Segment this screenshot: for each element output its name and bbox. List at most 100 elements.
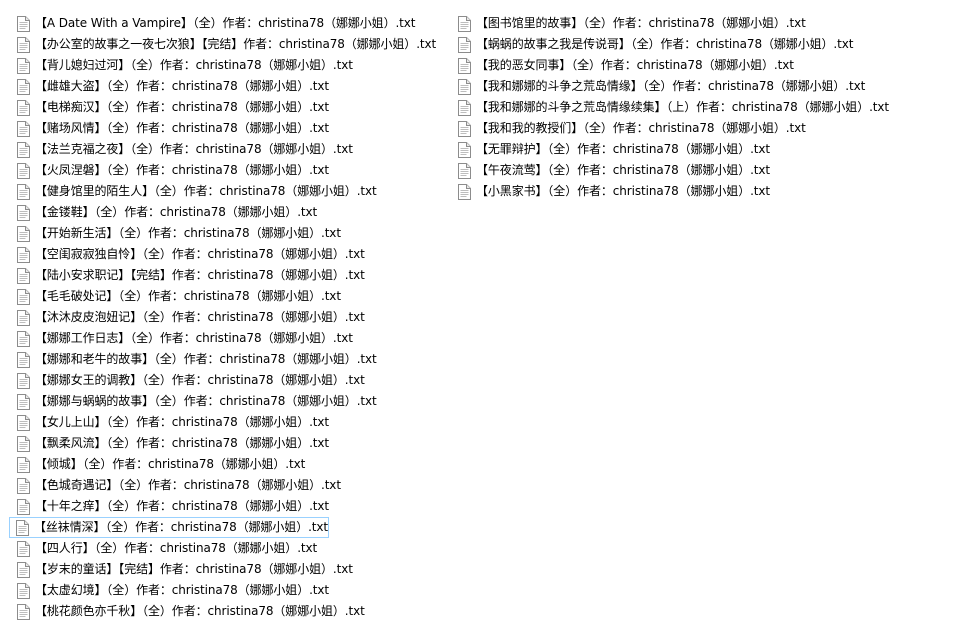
file-name: 【飘柔风流】（全）作者：christina78（娜娜小姐）.txt xyxy=(35,436,330,450)
text-file-icon xyxy=(17,498,30,515)
file-name: 【倾城】（全）作者：christina78（娜娜小姐）.txt xyxy=(35,457,306,471)
file-item[interactable]: 【金镂鞋】（全）作者：christina78（娜娜小姐）.txt xyxy=(14,202,454,223)
file-list-column-left: 【A Date With a Vampire】（全）作者：christina78… xyxy=(9,13,454,622)
text-file-icon xyxy=(17,183,30,200)
text-file-icon xyxy=(17,330,30,347)
file-name: 【陆小安求职记】【完结】作者：christina78（娜娜小姐）.txt xyxy=(35,268,365,282)
file-item[interactable]: 【蜗蜗的故事之我是传说哥】（全）作者：christina78（娜娜小姐）.txt xyxy=(455,34,955,55)
text-file-icon xyxy=(17,120,30,137)
file-name: 【图书馆里的故事】（全）作者：christina78（娜娜小姐）.txt xyxy=(476,16,806,30)
text-file-icon xyxy=(16,519,29,536)
file-name: 【娜娜与蜗蜗的故事】（全）作者：christina78（娜娜小姐）.txt xyxy=(35,394,377,408)
file-item[interactable]: 【岁末的童话】【完结】作者：christina78（娜娜小姐）.txt xyxy=(14,559,454,580)
file-item[interactable]: 【陆小安求职记】【完结】作者：christina78（娜娜小姐）.txt xyxy=(14,265,454,286)
file-item[interactable]: 【毛毛破处记】（全）作者：christina78（娜娜小姐）.txt xyxy=(14,286,454,307)
file-item[interactable]: 【沐沐皮皮泡妞记】（全）作者：christina78（娜娜小姐）.txt xyxy=(14,307,454,328)
file-item[interactable]: 【太虚幻境】（全）作者：christina78（娜娜小姐）.txt xyxy=(14,580,454,601)
file-item[interactable]: 【我和我的教授们】（全）作者：christina78（娜娜小姐）.txt xyxy=(455,118,955,139)
text-file-icon xyxy=(17,162,30,179)
file-name: 【蜗蜗的故事之我是传说哥】（全）作者：christina78（娜娜小姐）.txt xyxy=(476,37,854,51)
file-item[interactable]: 【小黑家书】（全）作者：christina78（娜娜小姐）.txt xyxy=(455,181,955,202)
text-file-icon xyxy=(17,267,30,284)
file-name: 【金镂鞋】（全）作者：christina78（娜娜小姐）.txt xyxy=(35,205,318,219)
file-name: 【法兰克福之夜】（全）作者：christina78（娜娜小姐）.txt xyxy=(35,142,353,156)
file-name: 【空闺寂寂独自怜】（全）作者：christina78（娜娜小姐）.txt xyxy=(35,247,365,261)
file-name: 【岁末的童话】【完结】作者：christina78（娜娜小姐）.txt xyxy=(35,562,353,576)
file-name: 【小黑家书】（全）作者：christina78（娜娜小姐）.txt xyxy=(476,184,771,198)
file-name: 【桃花颜色亦千秋】（全）作者：christina78（娜娜小姐）.txt xyxy=(35,604,365,618)
file-item[interactable]: 【赌场风情】（全）作者：christina78（娜娜小姐）.txt xyxy=(14,118,454,139)
file-item[interactable]: 【娜娜工作日志】（全）作者：christina78（娜娜小姐）.txt xyxy=(14,328,454,349)
file-item-selected[interactable]: 【丝袜情深】（全）作者：christina78（娜娜小姐）.txt xyxy=(9,517,329,538)
text-file-icon xyxy=(458,99,471,116)
file-name: 【健身馆里的陌生人】（全）作者：christina78（娜娜小姐）.txt xyxy=(35,184,377,198)
file-name: 【娜娜和老牛的故事】（全）作者：christina78（娜娜小姐）.txt xyxy=(35,352,377,366)
file-item[interactable]: 【娜娜和老牛的故事】（全）作者：christina78（娜娜小姐）.txt xyxy=(14,349,454,370)
file-name: 【无罪辩护】（全）作者：christina78（娜娜小姐）.txt xyxy=(476,142,771,156)
file-item[interactable]: 【我和娜娜的斗争之荒岛情缘续集】（上）作者：christina78（娜娜小姐）.… xyxy=(455,97,955,118)
text-file-icon xyxy=(17,288,30,305)
file-item[interactable]: 【雌雄大盗】（全）作者：christina78（娜娜小姐）.txt xyxy=(14,76,454,97)
file-name: 【办公室的故事之一夜七次狼】【完结】作者：christina78（娜娜小姐）.t… xyxy=(35,37,437,51)
text-file-icon xyxy=(17,204,30,221)
file-item[interactable]: 【A Date With a Vampire】（全）作者：christina78… xyxy=(14,13,454,34)
file-item[interactable]: 【桃花颜色亦千秋】（全）作者：christina78（娜娜小姐）.txt xyxy=(14,601,454,622)
file-name: 【我和我的教授们】（全）作者：christina78（娜娜小姐）.txt xyxy=(476,121,806,135)
file-item[interactable]: 【空闺寂寂独自怜】（全）作者：christina78（娜娜小姐）.txt xyxy=(14,244,454,265)
file-item[interactable]: 【开始新生活】（全）作者：christina78（娜娜小姐）.txt xyxy=(14,223,454,244)
text-file-icon xyxy=(17,372,30,389)
text-file-icon xyxy=(458,15,471,32)
file-item[interactable]: 【十年之痒】（全）作者：christina78（娜娜小姐）.txt xyxy=(14,496,454,517)
file-name: 【赌场风情】（全）作者：christina78（娜娜小姐）.txt xyxy=(35,121,330,135)
text-file-icon xyxy=(17,351,30,368)
file-name: 【背儿媳妇过河】（全）作者：christina78（娜娜小姐）.txt xyxy=(35,58,353,72)
file-list-column-right: 【图书馆里的故事】（全）作者：christina78（娜娜小姐）.txt 【蜗蜗… xyxy=(455,13,955,202)
text-file-icon xyxy=(17,246,30,263)
file-item[interactable]: 【我的恶女同事】（全）作者：christina78（娜娜小姐）.txt xyxy=(455,55,955,76)
file-name: 【色城奇遇记】（全）作者：christina78（娜娜小姐）.txt xyxy=(35,478,341,492)
text-file-icon xyxy=(458,183,471,200)
file-name: 【开始新生活】（全）作者：christina78（娜娜小姐）.txt xyxy=(35,226,341,240)
file-name: 【我和娜娜的斗争之荒岛情缘】（全）作者：christina78（娜娜小姐）.tx… xyxy=(476,79,866,93)
file-item[interactable]: 【电梯痴汉】（全）作者：christina78（娜娜小姐）.txt xyxy=(14,97,454,118)
text-file-icon xyxy=(17,603,30,620)
text-file-icon xyxy=(17,582,30,599)
text-file-icon xyxy=(458,57,471,74)
file-name: 【毛毛破处记】（全）作者：christina78（娜娜小姐）.txt xyxy=(35,289,341,303)
file-item[interactable]: 【午夜流莺】（全）作者：christina78（娜娜小姐）.txt xyxy=(455,160,955,181)
file-item[interactable]: 【背儿媳妇过河】（全）作者：christina78（娜娜小姐）.txt xyxy=(14,55,454,76)
text-file-icon xyxy=(17,477,30,494)
file-name: 【电梯痴汉】（全）作者：christina78（娜娜小姐）.txt xyxy=(35,100,330,114)
file-item[interactable]: 【健身馆里的陌生人】（全）作者：christina78（娜娜小姐）.txt xyxy=(14,181,454,202)
text-file-icon xyxy=(17,36,30,53)
file-name: 【我和娜娜的斗争之荒岛情缘续集】（上）作者：christina78（娜娜小姐）.… xyxy=(476,100,890,114)
file-item[interactable]: 【图书馆里的故事】（全）作者：christina78（娜娜小姐）.txt xyxy=(455,13,955,34)
file-item[interactable]: 【娜娜女王的调教】（全）作者：christina78（娜娜小姐）.txt xyxy=(14,370,454,391)
file-item[interactable]: 【无罪辩护】（全）作者：christina78（娜娜小姐）.txt xyxy=(455,139,955,160)
file-name: 【女儿上山】（全）作者：christina78（娜娜小姐）.txt xyxy=(35,415,330,429)
text-file-icon xyxy=(458,36,471,53)
text-file-icon xyxy=(17,225,30,242)
file-item[interactable]: 【法兰克福之夜】（全）作者：christina78（娜娜小姐）.txt xyxy=(14,139,454,160)
file-item[interactable]: 【倾城】（全）作者：christina78（娜娜小姐）.txt xyxy=(14,454,454,475)
file-name: 【娜娜工作日志】（全）作者：christina78（娜娜小姐）.txt xyxy=(35,331,353,345)
file-item[interactable]: 【娜娜与蜗蜗的故事】（全）作者：christina78（娜娜小姐）.txt xyxy=(14,391,454,412)
file-item[interactable]: 【飘柔风流】（全）作者：christina78（娜娜小姐）.txt xyxy=(14,433,454,454)
file-item[interactable]: 【我和娜娜的斗争之荒岛情缘】（全）作者：christina78（娜娜小姐）.tx… xyxy=(455,76,955,97)
text-file-icon xyxy=(458,78,471,95)
file-item[interactable]: 【女儿上山】（全）作者：christina78（娜娜小姐）.txt xyxy=(14,412,454,433)
text-file-icon xyxy=(458,162,471,179)
file-name: 【雌雄大盗】（全）作者：christina78（娜娜小姐）.txt xyxy=(35,79,330,93)
file-item[interactable]: 【色城奇遇记】（全）作者：christina78（娜娜小姐）.txt xyxy=(14,475,454,496)
file-item[interactable]: 【火凤涅磐】（全）作者：christina78（娜娜小姐）.txt xyxy=(14,160,454,181)
text-file-icon xyxy=(17,309,30,326)
text-file-icon xyxy=(17,540,30,557)
text-file-icon xyxy=(17,78,30,95)
text-file-icon xyxy=(17,435,30,452)
text-file-icon xyxy=(17,15,30,32)
text-file-icon xyxy=(458,120,471,137)
file-item[interactable]: 【办公室的故事之一夜七次狼】【完结】作者：christina78（娜娜小姐）.t… xyxy=(14,34,454,55)
file-item[interactable]: 【四人行】（全）作者：christina78（娜娜小姐）.txt xyxy=(14,538,454,559)
file-name: 【火凤涅磐】（全）作者：christina78（娜娜小姐）.txt xyxy=(35,163,330,177)
text-file-icon xyxy=(17,561,30,578)
